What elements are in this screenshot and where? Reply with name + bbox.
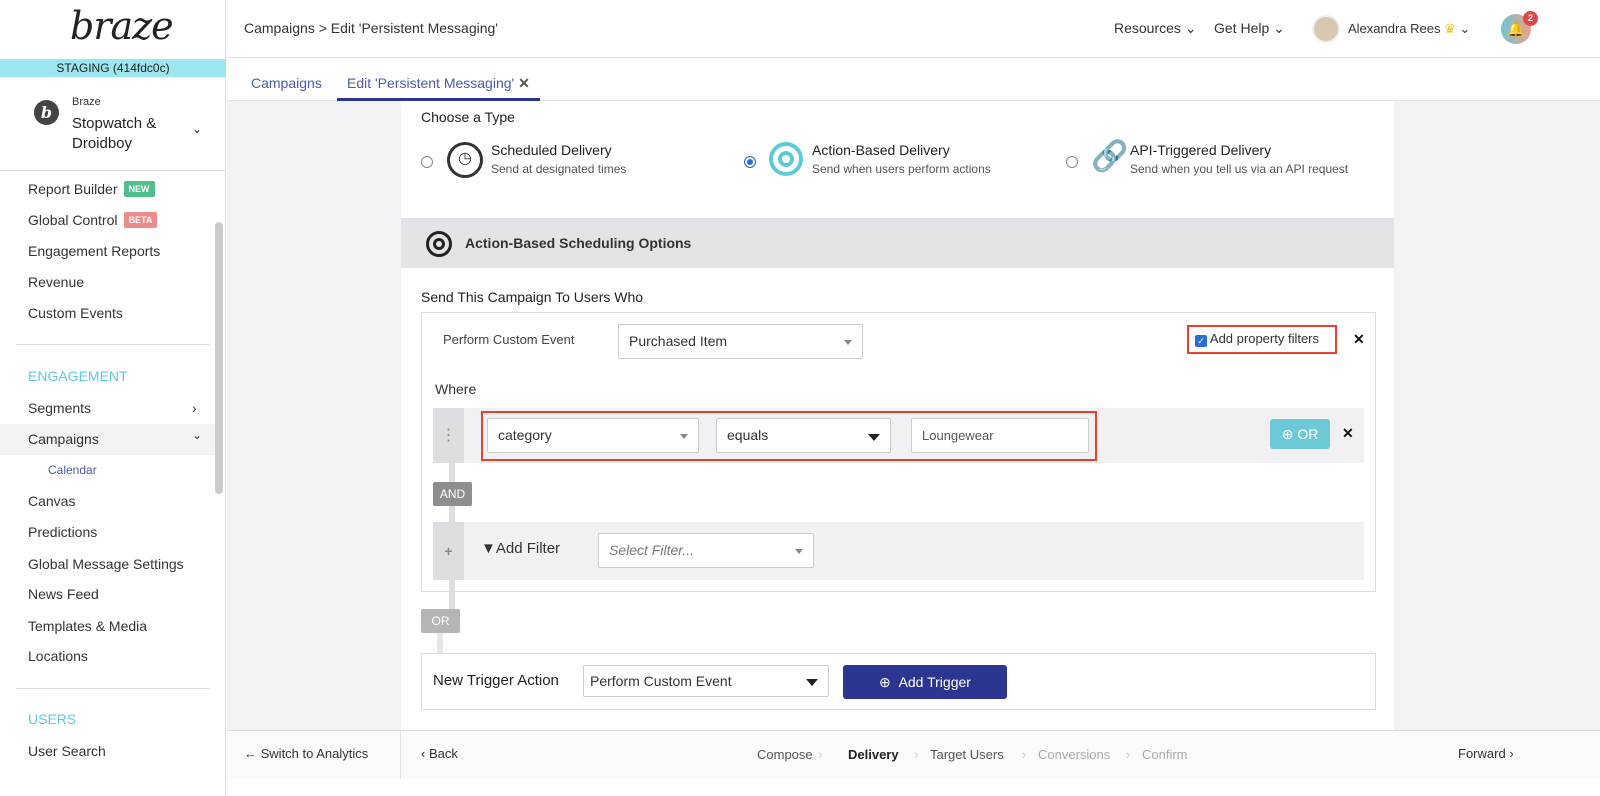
and-badge: AND — [433, 482, 472, 506]
drag-handle-icon[interactable]: ⋮ — [433, 408, 464, 463]
or-badge: OR — [421, 609, 460, 633]
scheduled-delivery-title[interactable]: Scheduled Delivery — [491, 142, 612, 158]
sidebar-item-news-feed[interactable]: News Feed — [28, 586, 99, 602]
plus-circle-icon: ⊕ — [1281, 426, 1294, 442]
new-badge: NEW — [123, 181, 155, 197]
chevron-down-icon: ⌄ — [1184, 20, 1197, 36]
resources-menu[interactable]: Resources ⌄ — [1114, 20, 1197, 37]
chevron-down-icon[interactable]: ⌄ — [192, 122, 202, 136]
property-select[interactable]: category — [487, 418, 699, 453]
target-icon — [769, 142, 803, 176]
choose-type-heading: Choose a Type — [421, 109, 515, 125]
send-to-heading: Send This Campaign To Users Who — [421, 289, 644, 305]
plus-icon[interactable]: + — [433, 522, 464, 580]
sidebar-item-predictions[interactable]: Predictions — [28, 524, 97, 540]
api-triggered-delivery-radio[interactable] — [1066, 156, 1078, 168]
chevron-down-icon: ⌄ — [1273, 20, 1285, 36]
forward-button[interactable]: Forward › — [1458, 746, 1514, 761]
sidebar-scrollbar[interactable] — [215, 222, 223, 494]
custom-event-select[interactable]: Purchased Item — [618, 324, 863, 359]
sidebar-item-campaigns[interactable]: Campaigns — [28, 431, 99, 447]
filter-funnel-icon: ▼ — [481, 540, 496, 557]
tab-bar: Campaigns Edit 'Persistent Messaging' ✕ — [227, 59, 1600, 101]
sidebar-item-segments[interactable]: Segments — [28, 400, 91, 416]
app-selector[interactable]: Stopwatch & Droidboy — [72, 114, 182, 154]
step-target-users[interactable]: Target Users — [930, 747, 1004, 762]
delivery-panel: Choose a Type ◷ Scheduled Delivery Send … — [401, 101, 1394, 730]
sidebar-item-user-search[interactable]: User Search — [28, 743, 106, 759]
sidebar-item-global-control[interactable]: Global Control BETA — [28, 212, 158, 228]
sidebar-item-calendar[interactable]: Calendar — [48, 463, 97, 477]
select-filter-dropdown[interactable]: Select Filter... — [598, 533, 814, 568]
breadcrumb: Campaigns > Edit 'Persistent Messaging' — [244, 20, 498, 36]
chevron-left-icon: ‹ — [421, 746, 426, 761]
notification-count: 2 — [1523, 11, 1538, 26]
user-menu[interactable]: Alexandra Rees ♛ ⌄ — [1348, 21, 1470, 37]
braze-org-icon: b — [34, 100, 59, 125]
action-based-delivery-desc: Send when users perform actions — [812, 162, 991, 176]
scheduled-delivery-radio[interactable] — [421, 156, 433, 168]
users-heading: USERS — [28, 711, 77, 727]
target-icon — [426, 231, 452, 257]
link-icon: 🔗 — [1091, 140, 1129, 173]
api-triggered-delivery-desc: Send when you tell us via an API request — [1130, 162, 1349, 176]
braze-logo[interactable]: braze — [70, 4, 174, 48]
sidebar-item-locations[interactable]: Locations — [28, 648, 88, 664]
new-trigger-select[interactable]: Perform Custom Event — [583, 665, 829, 697]
top-header: Campaigns > Edit 'Persistent Messaging' … — [227, 0, 1600, 58]
value-input[interactable]: Loungewear — [911, 418, 1089, 453]
action-based-delivery-title[interactable]: Action-Based Delivery — [812, 142, 950, 158]
chevron-right-icon: › — [1509, 746, 1514, 761]
add-filter-row — [433, 522, 1364, 580]
add-trigger-button[interactable]: ⊕ Add Trigger — [843, 665, 1007, 699]
section-title: Action-Based Scheduling Options — [465, 235, 692, 251]
where-label: Where — [435, 381, 477, 397]
crown-icon: ♛ — [1444, 21, 1456, 36]
step-delivery[interactable]: Delivery — [848, 747, 899, 762]
tab-campaigns[interactable]: Campaigns — [251, 75, 322, 91]
step-compose[interactable]: Compose — [757, 747, 813, 762]
plus-circle-icon: ⊕ — [879, 674, 891, 690]
or-button[interactable]: ⊕ OR — [1270, 419, 1330, 449]
footer-nav: ← Switch to Analytics ‹ Back Compose › D… — [227, 730, 1600, 779]
action-based-delivery-radio[interactable] — [744, 156, 756, 168]
engagement-heading: ENGAGEMENT — [28, 368, 128, 384]
add-filter-label: ▼Add Filter — [481, 540, 561, 557]
scheduled-delivery-desc: Send at designated times — [491, 162, 627, 176]
step-confirm[interactable]: Confirm — [1142, 747, 1188, 762]
chevron-down-icon: ⌄ — [192, 428, 203, 442]
avatar[interactable] — [1312, 15, 1340, 43]
close-tab-icon[interactable]: ✕ — [518, 75, 530, 91]
sidebar-item-templates-media[interactable]: Templates & Media — [28, 618, 147, 634]
step-conversions[interactable]: Conversions — [1038, 747, 1110, 762]
arrow-left-icon: ← — [244, 746, 257, 761]
environment-banner: STAGING (414fdc0c) — [0, 59, 226, 77]
remove-filter-icon[interactable]: ✕ — [1342, 425, 1354, 442]
org-label: Braze — [72, 96, 101, 108]
trigger-label: Perform Custom Event — [443, 332, 575, 347]
remove-trigger-icon[interactable]: ✕ — [1353, 331, 1365, 348]
sidebar: braze STAGING (414fdc0c) b Braze Stopwat… — [0, 0, 226, 796]
chevron-down-icon: ⌄ — [1459, 21, 1471, 36]
chevron-right-icon: › — [192, 400, 197, 416]
sidebar-item-custom-events[interactable]: Custom Events — [28, 305, 123, 321]
beta-badge: BETA — [123, 212, 158, 228]
sidebar-item-engagement-reports[interactable]: Engagement Reports — [28, 243, 160, 259]
add-property-filters-checkbox[interactable]: ✓ Add property filters — [1187, 325, 1337, 354]
tab-edit-campaign[interactable]: Edit 'Persistent Messaging' ✕ — [337, 59, 540, 101]
sidebar-item-canvas[interactable]: Canvas — [28, 493, 75, 509]
switch-to-analytics-link[interactable]: ← Switch to Analytics — [244, 746, 368, 761]
new-trigger-label: New Trigger Action — [433, 672, 559, 689]
operator-select[interactable]: equals — [716, 418, 891, 453]
clock-icon: ◷ — [447, 142, 483, 178]
sidebar-item-revenue[interactable]: Revenue — [28, 274, 84, 290]
get-help-menu[interactable]: Get Help ⌄ — [1214, 20, 1285, 37]
back-button[interactable]: ‹ Back — [421, 746, 458, 761]
sidebar-item-report-builder[interactable]: Report Builder NEW — [28, 181, 155, 197]
sidebar-item-global-message-settings[interactable]: Global Message Settings — [28, 556, 184, 572]
api-triggered-delivery-title[interactable]: API-Triggered Delivery — [1130, 142, 1271, 158]
